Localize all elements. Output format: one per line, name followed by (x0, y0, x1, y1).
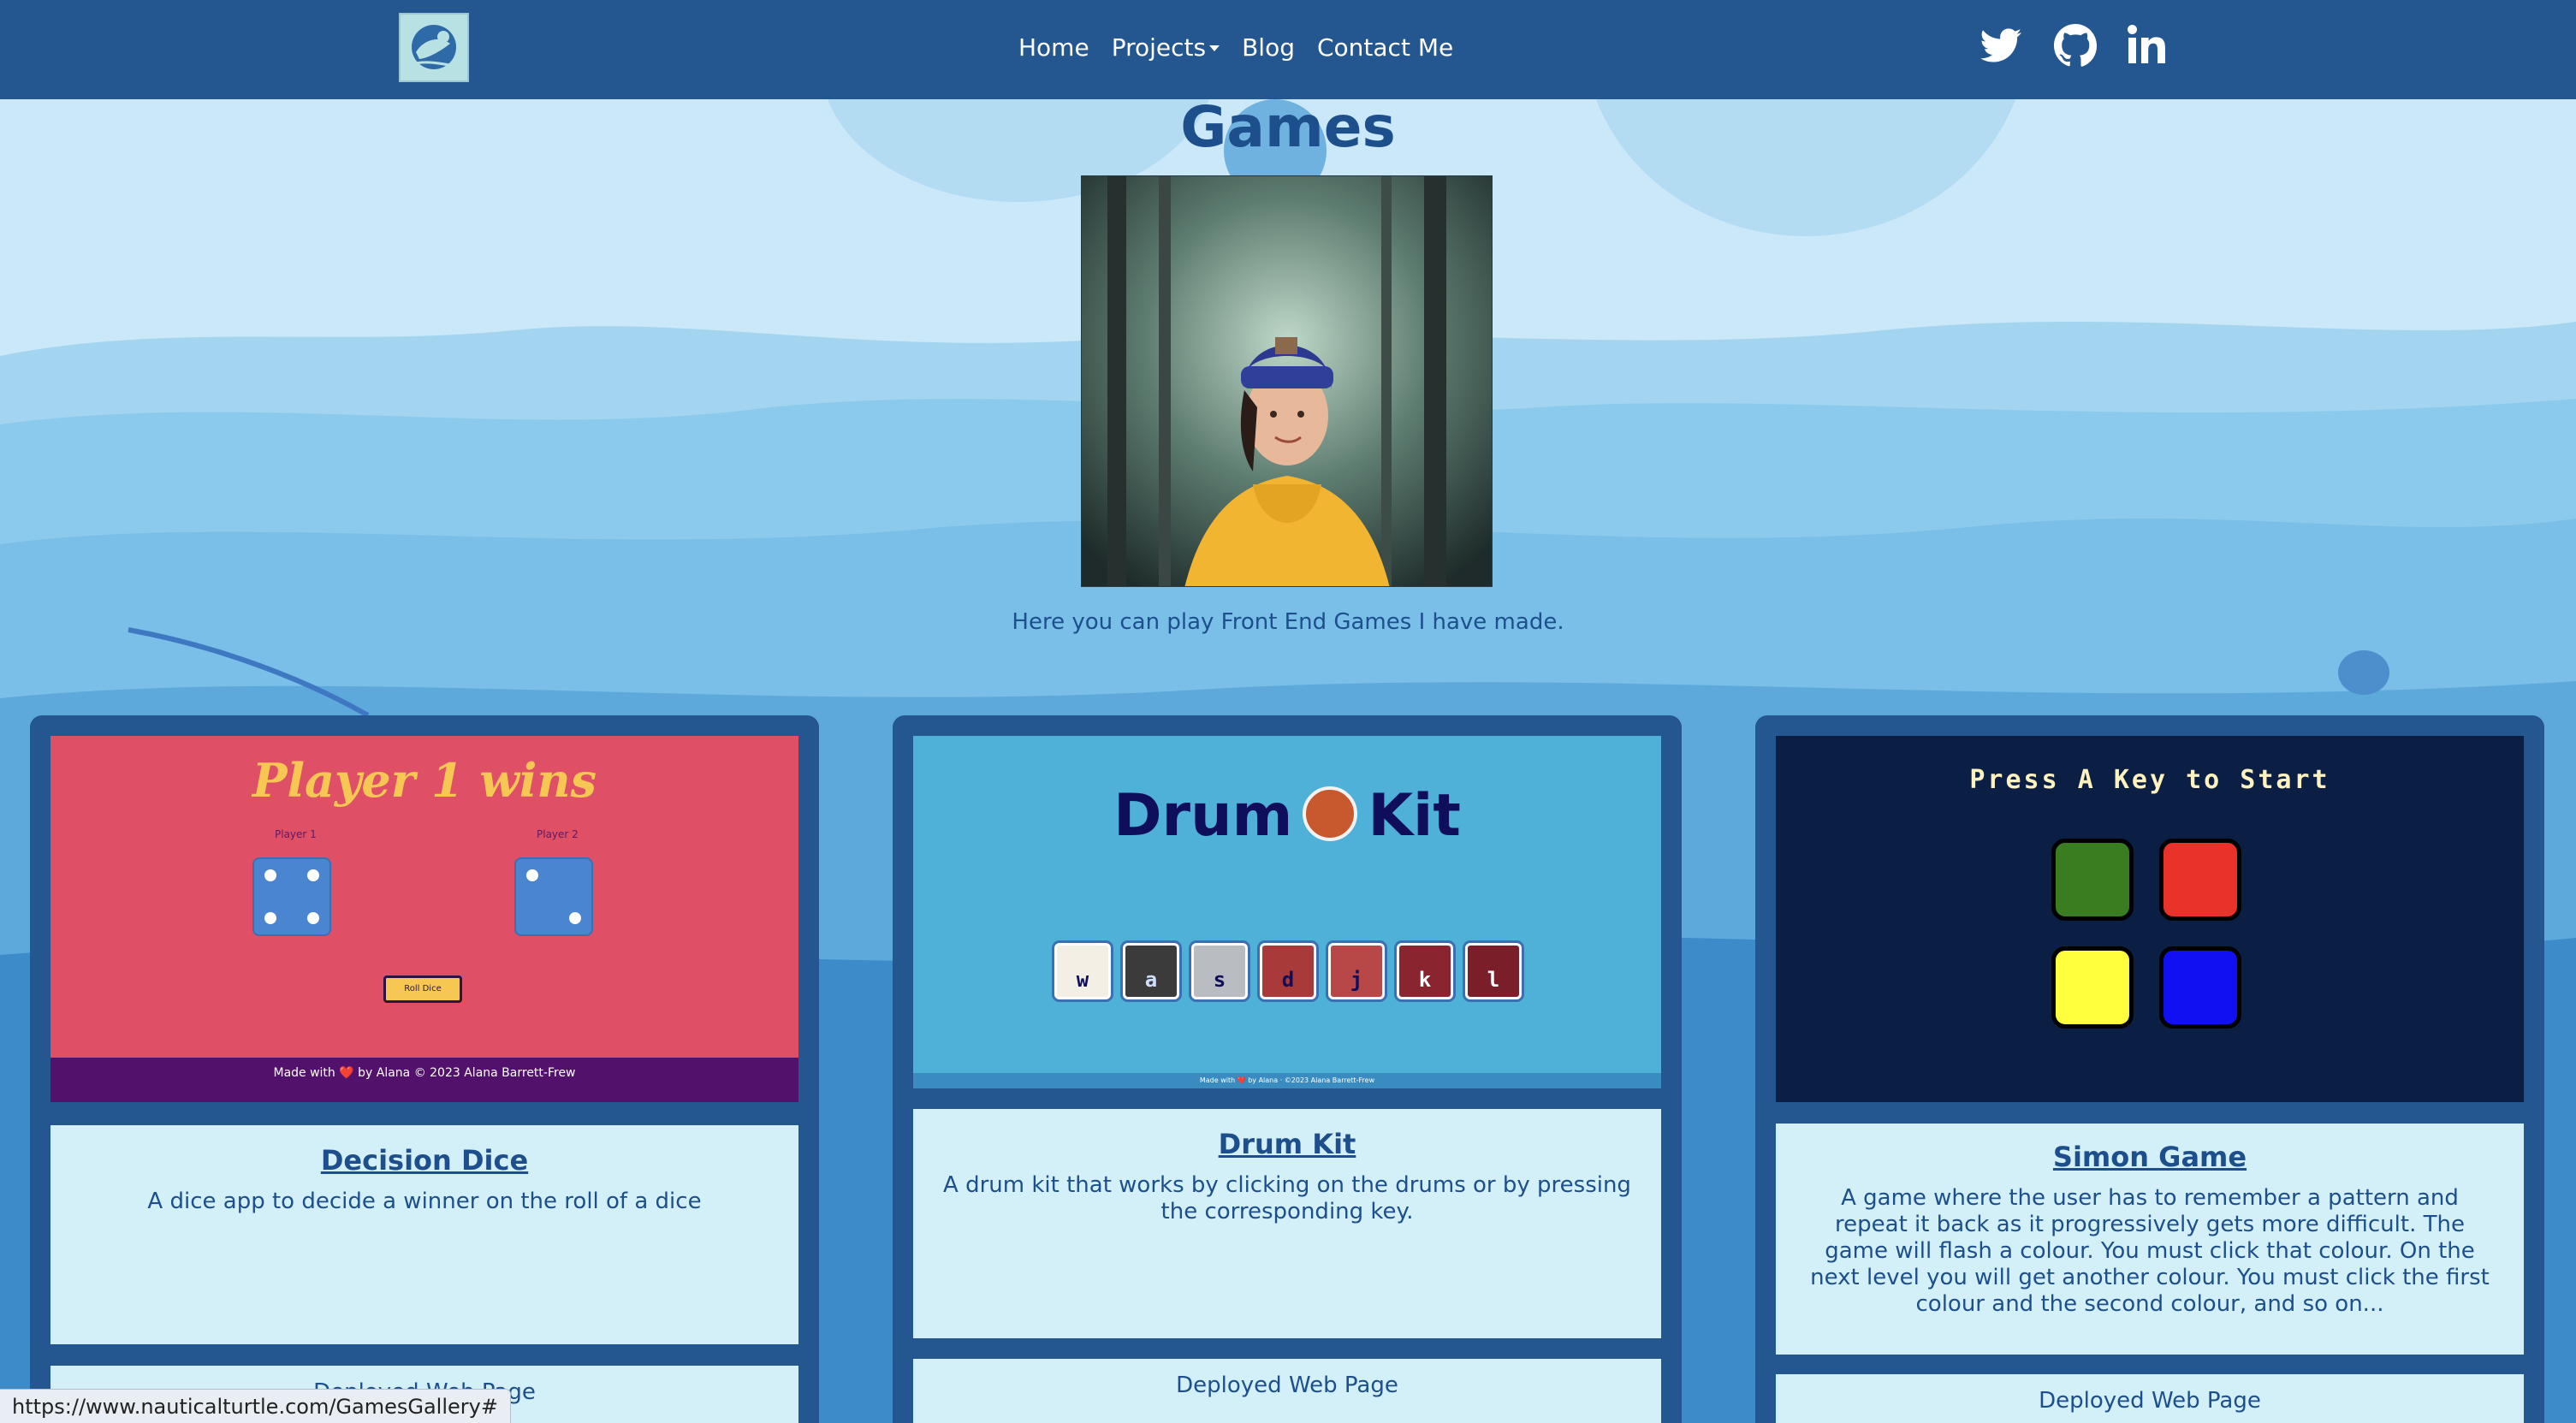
drum-key: s (1191, 943, 1248, 999)
simon-red-button (2159, 839, 2241, 921)
linkedin-icon[interactable] (2124, 21, 2174, 70)
drum-kit-heading: Drum Kit (913, 782, 1661, 850)
drum-icon (1303, 786, 1358, 842)
navbar: Home Projects Blog Contact Me (0, 0, 2576, 99)
nav-projects-dropdown[interactable]: Projects (1112, 33, 1220, 62)
winner-heading: Player 1 wins (252, 753, 597, 808)
site-logo[interactable] (399, 13, 469, 82)
nav-blog[interactable]: Blog (1242, 33, 1295, 62)
page-title: Games (1180, 94, 1396, 160)
drum-kit-screenshot[interactable]: Drum Kit w a s d j k l Made with ❤️ by Al… (913, 736, 1661, 1088)
game-card-decision-dice: Player 1 wins Player 1 Player 2 Roll Dic… (30, 715, 819, 1423)
twitter-icon[interactable] (1977, 21, 2027, 70)
drum-heading-left: Drum (1113, 782, 1293, 850)
card-title-link[interactable]: Simon Game (2053, 1141, 2247, 1173)
social-links (1977, 21, 2174, 70)
turtle-logo-icon (412, 25, 456, 69)
simon-blue-button (2159, 946, 2241, 1029)
nav-contact[interactable]: Contact Me (1317, 33, 1453, 62)
game-card-simon: Press A Key to Start Simon Game A game w… (1755, 715, 2544, 1423)
deployed-web-page-link[interactable]: Deployed Web Page (913, 1359, 1661, 1423)
drum-key: j (1328, 943, 1385, 999)
card-body: Drum Kit A drum kit that works by clicki… (913, 1109, 1661, 1338)
roll-dice-button: Roll Dice (383, 975, 462, 1003)
drum-key: k (1397, 943, 1453, 999)
dice-app-footer: Made with ❤️ by Alana © 2023 Alana Barre… (50, 1058, 798, 1102)
simon-green-button (2051, 839, 2134, 921)
browser-status-bar: https://www.nauticalturtle.com/GamesGall… (0, 1389, 511, 1423)
player2-label: Player 2 (537, 828, 579, 840)
drum-key: l (1465, 943, 1522, 999)
card-description: A game where the user has to remember a … (1810, 1185, 2490, 1317)
decision-dice-screenshot[interactable]: Player 1 wins Player 1 Player 2 Roll Dic… (50, 736, 798, 1102)
simon-heading: Press A Key to Start (1969, 765, 2330, 795)
card-description: A dice app to decide a winner on the rol… (147, 1189, 702, 1214)
drum-key: d (1260, 943, 1316, 999)
game-card-drum-kit: Drum Kit w a s d j k l Made with ❤️ by Al… (893, 715, 1682, 1423)
drum-app-footer: Made with ❤️ by Alana · ©2023 Alana Barr… (913, 1073, 1661, 1088)
nav-links: Home Projects Blog Contact Me (1018, 0, 1453, 94)
drum-key: a (1123, 943, 1179, 999)
simon-game-preview: Press A Key to Start (1776, 736, 2524, 1102)
drum-kit-preview: Drum Kit w a s d j k l Made with ❤️ by Al… (913, 736, 1661, 1088)
card-title-link[interactable]: Drum Kit (1219, 1128, 1356, 1160)
card-description: A drum kit that works by clicking on the… (943, 1172, 1631, 1224)
github-icon[interactable] (2051, 21, 2100, 70)
nav-projects-label: Projects (1111, 33, 1207, 62)
drum-heading-right: Kit (1368, 782, 1461, 850)
simon-game-screenshot[interactable]: Press A Key to Start (1776, 736, 2524, 1102)
nav-home[interactable]: Home (1018, 33, 1089, 62)
intro-text: Here you can play Front End Games I have… (1012, 609, 1564, 635)
avatar-image (1081, 175, 1493, 587)
drum-key: w (1054, 943, 1111, 999)
player1-label: Player 1 (275, 828, 317, 840)
card-body: Decision Dice A dice app to decide a win… (50, 1125, 798, 1344)
card-title-link[interactable]: Decision Dice (321, 1144, 528, 1177)
deployed-web-page-link[interactable]: Deployed Web Page (1776, 1374, 2524, 1423)
caret-down-icon (1209, 45, 1220, 51)
simon-yellow-button (2051, 946, 2134, 1029)
dice-two-icon (514, 857, 593, 936)
drum-keys: w a s d j k l (1054, 943, 1522, 999)
dice-app-preview: Player 1 wins Player 1 Player 2 Roll Dic… (50, 736, 798, 1058)
dice-four-icon (252, 857, 331, 936)
card-body: Simon Game A game where the user has to … (1776, 1124, 2524, 1355)
